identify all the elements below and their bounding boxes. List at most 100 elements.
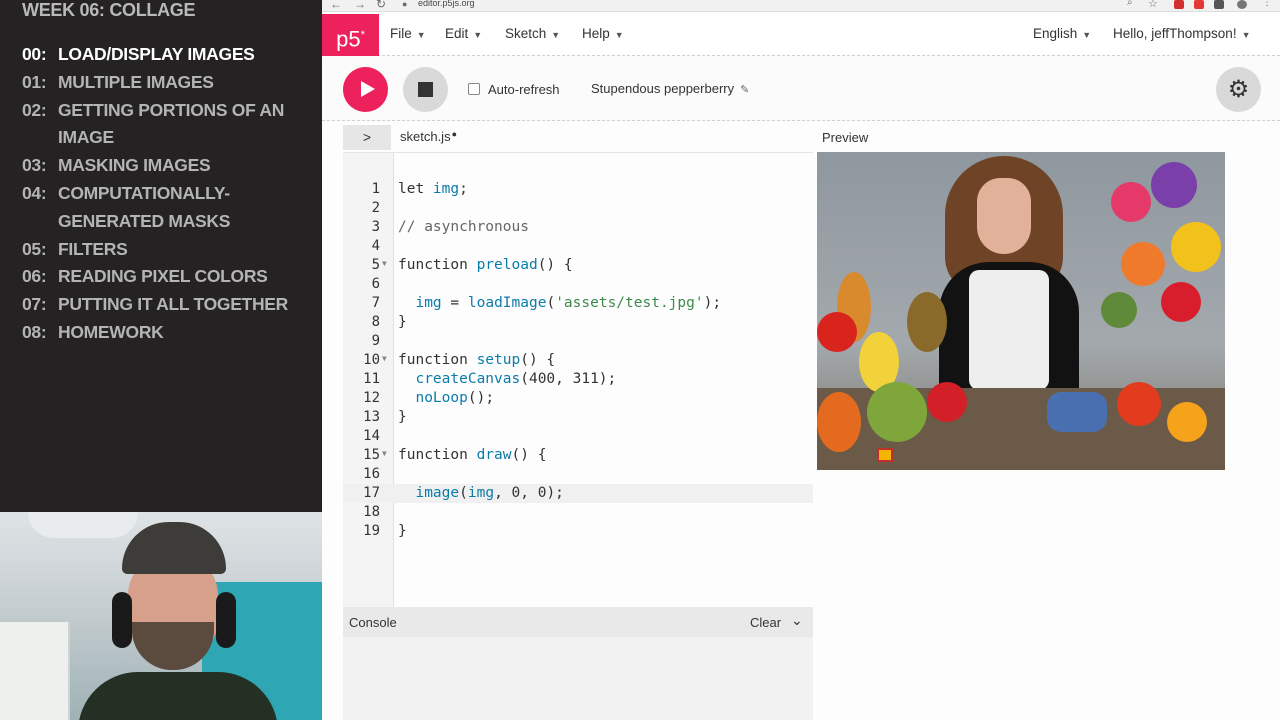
zoom-search-icon[interactable]: ⌕ bbox=[1127, 0, 1133, 8]
sketch-name[interactable]: Stupendous pepperberry ✎ bbox=[591, 81, 749, 96]
code-token: function bbox=[398, 352, 477, 368]
fold-toggle-icon[interactable]: ▼ bbox=[382, 444, 387, 463]
lesson-item-number: 08: bbox=[22, 321, 47, 342]
code-token: loadImage bbox=[467, 295, 547, 311]
lesson-item: 06: READING PIXEL COLORS bbox=[22, 263, 298, 291]
code-line[interactable]: 1 let img; bbox=[343, 180, 813, 199]
fold-toggle-icon[interactable]: ▼ bbox=[382, 349, 387, 368]
code-token: (); bbox=[467, 390, 495, 406]
lesson-item-label: FILTERS bbox=[58, 238, 128, 259]
code-line[interactable]: 6 bbox=[343, 275, 813, 294]
code-line[interactable]: 18 bbox=[343, 503, 813, 522]
url-bar[interactable]: editor.p5js.org bbox=[418, 0, 475, 8]
webcam-presenter bbox=[78, 522, 278, 720]
sketch-toolbar: Auto-refresh Stupendous pepperberry ✎ ⚙ bbox=[322, 57, 1280, 121]
chevron-down-icon: ▼ bbox=[1241, 30, 1251, 40]
preview-canvas[interactable] bbox=[817, 152, 1225, 470]
line-number: 13 bbox=[363, 409, 380, 425]
code-line[interactable]: 19} bbox=[343, 522, 813, 541]
help-menu[interactable]: Help ▼ bbox=[582, 12, 624, 56]
code-token: ( bbox=[459, 485, 468, 501]
headphones-right bbox=[216, 592, 236, 648]
edit-menu[interactable]: Edit ▼ bbox=[445, 12, 482, 56]
p5-nav-bar: p5* File ▼ Edit ▼ Sketch ▼ Help ▼ English ▼ H… bbox=[322, 12, 1280, 56]
code-token: image bbox=[415, 485, 460, 501]
chevron-right-icon: > bbox=[362, 129, 372, 145]
lesson-item: 00: LOAD/DISPLAY IMAGES bbox=[22, 41, 298, 69]
code-line[interactable]: 4 bbox=[343, 237, 813, 256]
preview-photo-fruit bbox=[1117, 382, 1161, 426]
forward-icon[interactable]: → bbox=[354, 0, 366, 11]
code-token: () { bbox=[511, 447, 547, 463]
presenter-cap bbox=[122, 522, 226, 574]
play-button[interactable] bbox=[343, 67, 388, 112]
code-text: createCanvas(400, 311); bbox=[398, 370, 616, 389]
code-token: } bbox=[398, 523, 407, 539]
reload-icon[interactable]: ↻ bbox=[376, 0, 386, 11]
code-line[interactable]: 8} bbox=[343, 313, 813, 332]
lesson-item-number: 07: bbox=[22, 294, 47, 315]
code-lines[interactable]: 1 let img; 2 3// asynchronous 4 5 ▼ function pr… bbox=[343, 180, 813, 541]
code-line[interactable]: 3 // asynchronous bbox=[343, 218, 813, 237]
code-line[interactable]: 17 image(img, 0, 0); bbox=[343, 484, 813, 503]
code-token: img bbox=[415, 295, 442, 311]
code-line[interactable]: 13} bbox=[343, 408, 813, 427]
code-token: (400, 311); bbox=[520, 371, 617, 387]
auto-refresh-checkbox[interactable] bbox=[468, 83, 480, 95]
code-line[interactable]: 14 bbox=[343, 427, 813, 446]
stop-button[interactable] bbox=[403, 67, 448, 112]
extension-icon-puzzle[interactable] bbox=[1214, 0, 1224, 9]
line-number: 1 bbox=[371, 181, 380, 197]
code-line[interactable]: 7 img = loadImage('assets/test.jpg'); bbox=[343, 294, 813, 313]
console-clear-button[interactable]: Clear bbox=[750, 615, 781, 630]
code-token: img bbox=[467, 485, 495, 501]
console-collapse-icon[interactable]: ⌄ bbox=[791, 612, 803, 629]
preview-label: Preview bbox=[822, 130, 869, 145]
code-line[interactable]: 2 bbox=[343, 199, 813, 218]
code-line[interactable]: 11 createCanvas(400, 311); bbox=[343, 370, 813, 389]
code-line[interactable]: 16 bbox=[343, 465, 813, 484]
code-editor[interactable]: 1 let img; 2 3// asynchronous 4 5 ▼ function pr… bbox=[343, 152, 813, 720]
code-token: ( bbox=[546, 295, 556, 311]
chevron-down-icon: ▼ bbox=[473, 30, 483, 40]
extension-icon-red[interactable] bbox=[1174, 0, 1184, 9]
code-line[interactable]: 10 ▼ function setup() { bbox=[343, 351, 813, 370]
lesson-item-number: 00: bbox=[22, 44, 47, 64]
preview-photo-fruit bbox=[1167, 402, 1207, 442]
line-number: 18 bbox=[363, 504, 380, 520]
back-icon[interactable]: ← bbox=[330, 0, 342, 11]
lesson-item-label: PUTTING IT ALL TOGETHER bbox=[58, 294, 288, 315]
lesson-item-label: MULTIPLE IMAGES bbox=[58, 71, 214, 92]
pencil-icon[interactable]: ✎ bbox=[740, 84, 749, 96]
chevron-down-icon: ▼ bbox=[614, 30, 624, 40]
settings-button[interactable]: ⚙ bbox=[1216, 67, 1261, 112]
language-menu[interactable]: English ▼ bbox=[1033, 12, 1091, 56]
extension-icon-gmail[interactable] bbox=[1194, 0, 1204, 9]
lesson-item-label: GETTING PORTIONS OF AN IMAGE bbox=[58, 99, 285, 148]
lesson-item-number: 05: bbox=[22, 238, 47, 259]
sidebar-toggle-button[interactable]: > bbox=[343, 125, 391, 150]
browser-menu-icon[interactable]: ⋮ bbox=[1262, 0, 1272, 8]
file-menu[interactable]: File ▼ bbox=[390, 12, 426, 56]
lesson-item: 05: FILTERS bbox=[22, 236, 298, 264]
lesson-item: 01: MULTIPLE IMAGES bbox=[22, 69, 298, 97]
profile-avatar-icon[interactable] bbox=[1237, 0, 1247, 9]
code-token: 'assets/test.jpg' bbox=[555, 295, 704, 311]
lesson-title: WEEK 06: COLLAGE bbox=[22, 0, 196, 20]
line-number: 12 bbox=[363, 390, 380, 406]
code-text: img = loadImage('assets/test.jpg'); bbox=[398, 294, 721, 313]
presenter-body bbox=[78, 672, 278, 720]
sketch-menu[interactable]: Sketch ▼ bbox=[505, 12, 560, 56]
fold-toggle-icon[interactable]: ▼ bbox=[382, 254, 387, 273]
lesson-item-number: 04: bbox=[22, 182, 47, 203]
code-line[interactable]: 12 noLoop(); bbox=[343, 389, 813, 408]
code-token: ; bbox=[459, 181, 468, 197]
user-menu[interactable]: Hello, jeffThompson! ▼ bbox=[1113, 12, 1251, 56]
code-line[interactable]: 5 ▼ function preload() { bbox=[343, 256, 813, 275]
bookmark-star-icon[interactable]: ☆ bbox=[1148, 0, 1158, 10]
code-line[interactable]: 15 ▼ function draw() { bbox=[343, 446, 813, 465]
file-tab-sketch-js[interactable]: sketch.js● bbox=[400, 129, 457, 144]
p5-logo[interactable]: p5* bbox=[322, 14, 379, 56]
lesson-item-label: HOMEWORK bbox=[58, 321, 164, 342]
code-line[interactable]: 9 bbox=[343, 332, 813, 351]
